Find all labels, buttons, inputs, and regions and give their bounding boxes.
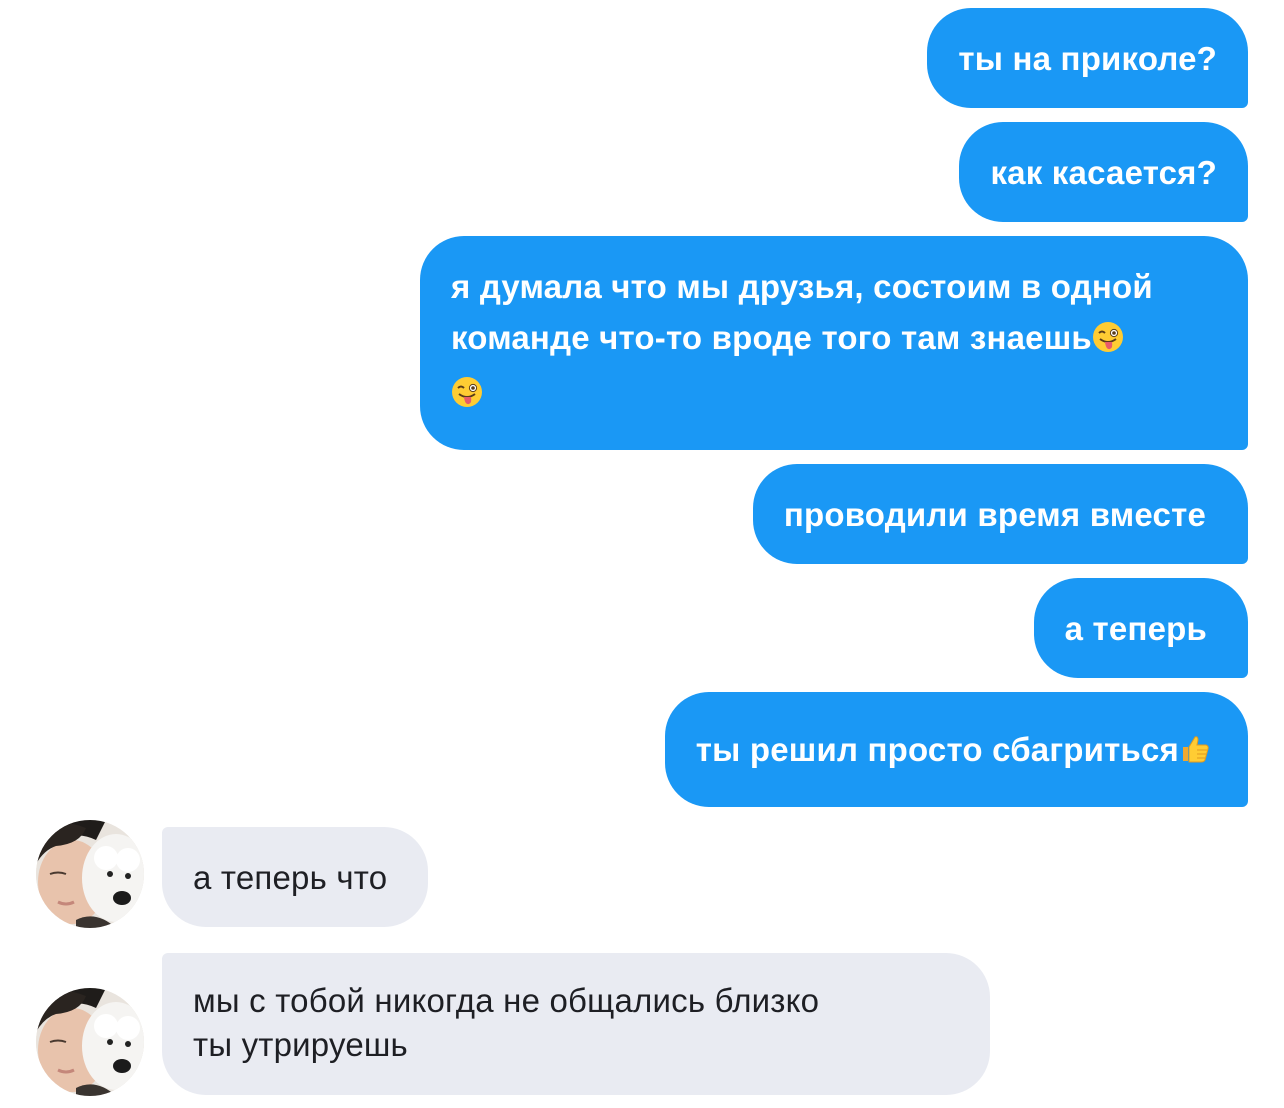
winking-tongue-emoji <box>1092 321 1124 353</box>
outgoing-message[interactable]: как касается? <box>959 122 1248 222</box>
message-text: а теперь что <box>193 859 388 896</box>
outgoing-message[interactable]: а теперь <box>1033 578 1248 678</box>
message-text-line: ты утрируешь <box>193 1026 408 1063</box>
message-text-line: мы с тобой никогда не общались близко <box>193 982 820 1019</box>
incoming-message[interactable]: а теперь что <box>162 827 429 927</box>
contact-avatar[interactable] <box>36 820 144 928</box>
outgoing-message[interactable]: ты решил просто сбагриться <box>664 692 1248 807</box>
message-text: ты решил просто сбагриться <box>695 731 1179 768</box>
message-text: как касается? <box>990 154 1217 191</box>
message-text-line: я думала что мы друзья, состоим в одной <box>451 268 1153 305</box>
message-text-line: команде что-то вроде того там знаешь <box>451 319 1092 356</box>
incoming-message[interactable]: мы с тобой никогда не общались близко ты… <box>162 953 990 1095</box>
outgoing-message[interactable]: проводили время вместе <box>752 464 1248 564</box>
outgoing-message[interactable]: я думала что мы друзья, состоим в одной … <box>420 236 1248 450</box>
contact-avatar[interactable] <box>36 988 144 1096</box>
thumbs-up-emoji <box>1179 733 1211 765</box>
message-text: проводили время вместе <box>783 496 1206 533</box>
winking-tongue-emoji <box>451 376 483 408</box>
chat-thread: ты на приколе? как касается? я думала чт… <box>0 0 1284 1108</box>
message-text: а теперь <box>1064 610 1207 647</box>
outgoing-message[interactable]: ты на приколе? <box>927 8 1248 108</box>
message-text: ты на приколе? <box>958 40 1217 77</box>
